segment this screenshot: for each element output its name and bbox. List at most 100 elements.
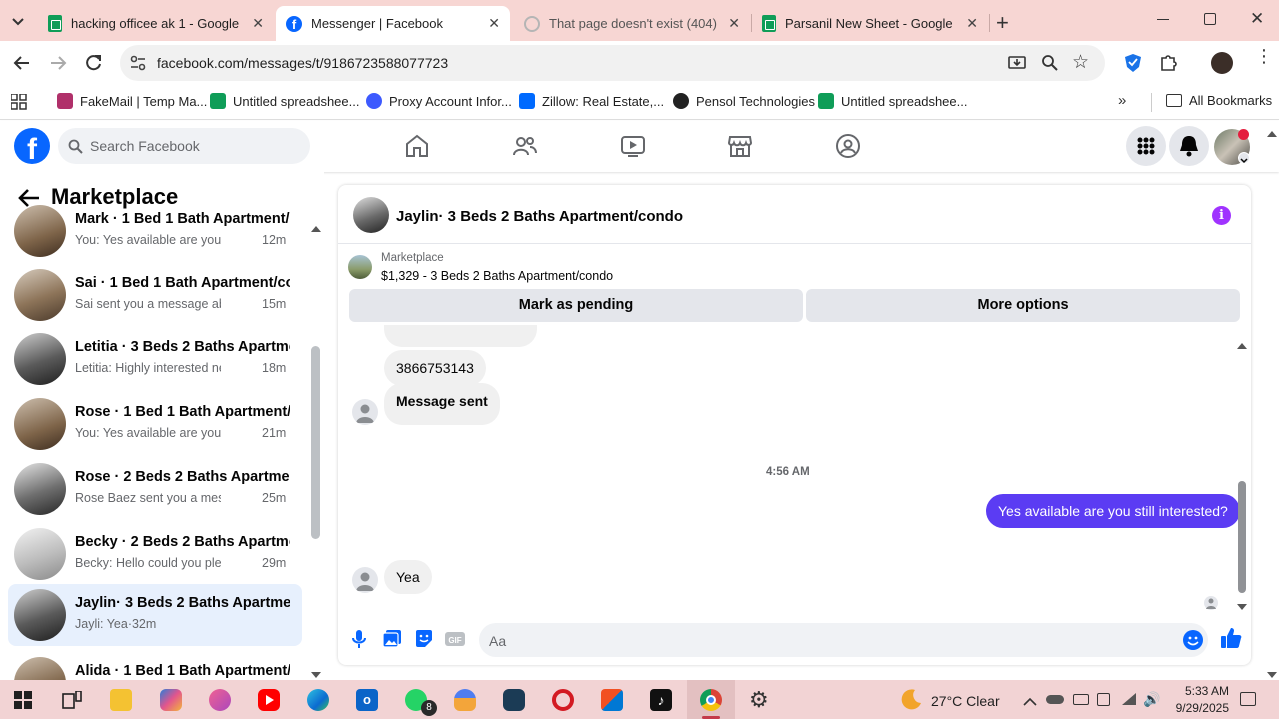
listing-thumbnail[interactable] (348, 255, 372, 279)
like-thumb-icon[interactable] (1219, 626, 1242, 648)
battery-icon[interactable] (1073, 694, 1089, 705)
reload-icon[interactable] (84, 53, 104, 78)
browser-menu-icon[interactable]: ⋮ (1255, 47, 1273, 65)
conversation-rose-1[interactable]: Rose · 1 Bed 1 Bath Apartment/c... You: … (8, 393, 302, 455)
restore-window-icon[interactable] (1204, 13, 1216, 25)
menu-grid-button[interactable] (1126, 126, 1166, 166)
more-bookmarks-icon[interactable]: » (1118, 92, 1126, 109)
sidebar-scroll-down-icon[interactable] (311, 666, 321, 680)
conversation-info-icon[interactable]: i (1212, 206, 1231, 225)
brave-shield-icon[interactable] (1123, 53, 1143, 78)
page-scroll-up-icon[interactable] (1267, 125, 1277, 143)
home-icon[interactable] (404, 133, 430, 159)
address-bar[interactable]: facebook.com/messages/t/9186723588077723… (120, 45, 1105, 81)
marketplace-icon[interactable] (727, 133, 753, 159)
windows-start-icon[interactable] (14, 691, 32, 714)
copilot-icon[interactable] (160, 689, 182, 711)
site-info-icon[interactable] (129, 54, 147, 77)
clock-time[interactable]: 5:33 AM (1173, 684, 1229, 698)
notification-center-icon[interactable] (1240, 692, 1256, 706)
bookmark-zillow[interactable]: Zillow: Real Estate,... (519, 93, 664, 109)
conversation-alida[interactable]: Alida · 1 Bed 1 Bath Apartment/c... (8, 652, 302, 680)
opera-icon[interactable] (552, 689, 574, 711)
file-explorer-icon[interactable] (110, 689, 132, 711)
settings-gear-icon[interactable]: ⚙ (749, 689, 769, 711)
wifi-icon[interactable] (1121, 692, 1137, 711)
conversation-becky[interactable]: Becky · 2 Beds 2 Baths Apartme... Becky:… (8, 523, 302, 585)
microphone-icon[interactable] (348, 628, 370, 650)
extensions-icon[interactable] (1159, 52, 1179, 77)
clipchamp-icon[interactable] (209, 689, 231, 711)
chat-title[interactable]: Jaylin· 3 Beds 2 Baths Apartment/condo (396, 208, 683, 225)
clock-date[interactable]: 9/29/2025 (1168, 701, 1229, 715)
zoom-icon[interactable] (1041, 54, 1059, 77)
chat-scroll-up-icon[interactable] (1237, 337, 1247, 355)
tab-404-page[interactable]: That page doesn't exist (404) - I ✕ (514, 6, 750, 41)
sender-avatar[interactable] (352, 567, 378, 593)
sticker-icon[interactable] (413, 628, 435, 650)
close-tab-icon[interactable]: ✕ (966, 15, 978, 32)
facebook-logo[interactable]: f (14, 128, 50, 164)
weather-text[interactable]: 27°C Clear (931, 693, 1000, 709)
bookmark-untitled-spreadsheet-2[interactable]: Untitled spreadshee... (818, 93, 967, 109)
sidebar-scroll-up-icon[interactable] (311, 220, 321, 238)
install-app-icon[interactable] (1008, 54, 1026, 77)
microsoft-store-icon[interactable] (601, 689, 623, 711)
emoji-icon[interactable] (1183, 630, 1203, 650)
all-bookmarks-button[interactable]: All Bookmarks (1166, 93, 1272, 108)
tab-search-dropdown-icon[interactable] (8, 11, 28, 31)
conversation-jaylin[interactable]: Jaylin· 3 Beds 2 Baths Apartmen... Jayli… (8, 584, 302, 646)
mark-as-pending-button[interactable]: Mark as pending (349, 289, 803, 322)
bookmark-fakemail[interactable]: FakeMail | Temp Ma... (57, 93, 207, 109)
close-window-icon[interactable]: ✕ (1250, 9, 1264, 29)
conversation-letitia[interactable]: Letitia · 3 Beds 2 Baths Apartme... Leti… (8, 328, 302, 390)
onedrive-icon[interactable] (1046, 695, 1064, 704)
achievement-icon[interactable] (454, 689, 476, 711)
video-icon[interactable] (620, 133, 646, 159)
facebook-search-input[interactable]: Search Facebook (58, 128, 310, 164)
profile-avatar[interactable] (1211, 52, 1233, 74)
task-view-icon[interactable] (62, 690, 82, 714)
weather-moon-icon[interactable] (899, 687, 923, 716)
conversation-rose-2[interactable]: Rose · 2 Beds 2 Baths Apartmen... Rose B… (8, 458, 302, 520)
bookmark-untitled-spreadsheet-1[interactable]: Untitled spreadshee... (210, 93, 359, 109)
tray-chevron-icon[interactable] (1023, 694, 1037, 712)
account-chevron-icon[interactable] (1238, 152, 1250, 164)
gif-icon[interactable]: GIF (444, 628, 466, 650)
meet-now-icon[interactable] (1097, 693, 1110, 706)
message-input[interactable]: Aa (479, 623, 1208, 657)
apps-grid-icon[interactable] (10, 93, 27, 115)
bookmark-pensol[interactable]: Pensol Technologies (673, 93, 815, 109)
forward-icon[interactable] (48, 53, 68, 78)
more-options-button[interactable]: More options (806, 289, 1240, 322)
friends-icon[interactable] (512, 133, 538, 159)
notifications-bell-button[interactable] (1169, 126, 1209, 166)
close-tab-icon[interactable]: ✕ (728, 15, 740, 32)
edge-icon[interactable] (307, 689, 329, 711)
groups-icon[interactable] (835, 133, 861, 159)
youtube-icon[interactable] (258, 689, 280, 711)
close-tab-icon[interactable]: ✕ (252, 15, 264, 32)
minimize-window-icon[interactable] (1157, 19, 1169, 20)
tab-messenger[interactable]: f Messenger | Facebook ✕ (276, 6, 510, 41)
conversation-sai[interactable]: Sai · 1 Bed 1 Bath Apartment/co... Sai s… (8, 264, 302, 326)
sender-avatar[interactable] (352, 399, 378, 425)
chrome-icon[interactable] (700, 689, 722, 711)
chat-avatar[interactable] (353, 197, 389, 233)
sidebar-scrollbar-thumb[interactable] (311, 346, 320, 539)
tab-parsanil-sheet[interactable]: Parsanil New Sheet - Google D ✕ (752, 6, 988, 41)
bookmark-proxy-account[interactable]: Proxy Account Infor... (366, 93, 512, 109)
close-tab-icon[interactable]: ✕ (488, 15, 500, 32)
chat-scrollbar-thumb[interactable] (1238, 481, 1246, 593)
bookmark-star-icon[interactable]: ☆ (1072, 51, 1089, 74)
settings-app-icon[interactable] (503, 689, 525, 711)
chat-scroll-down-icon[interactable] (1237, 598, 1247, 616)
tab-hacking-officee[interactable]: hacking officee ak 1 - Google D ✕ (38, 6, 274, 41)
outlook-icon[interactable]: o (356, 689, 378, 711)
back-icon[interactable] (12, 53, 32, 78)
volume-icon[interactable]: 🔊 (1143, 691, 1160, 708)
conversation-mark[interactable]: Mark · 1 Bed 1 Bath Apartment/... You: Y… (8, 200, 302, 262)
new-tab-button[interactable]: + (996, 10, 1009, 36)
tiktok-icon[interactable]: ♪ (650, 689, 672, 711)
photo-icon[interactable] (381, 628, 403, 650)
